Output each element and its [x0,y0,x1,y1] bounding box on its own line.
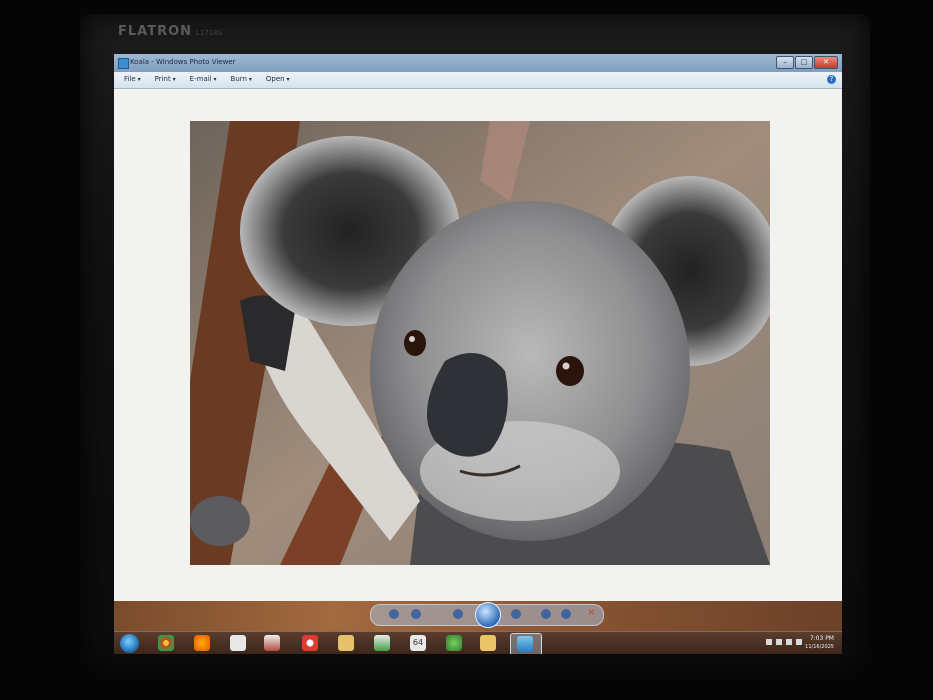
viewer-controls: ✕ [370,602,604,628]
menu-email[interactable]: E-mail [190,75,217,83]
start-orb-icon[interactable] [120,634,139,653]
chrome-icon[interactable] [158,635,174,651]
menu-file[interactable]: File [124,75,141,83]
flag-icon[interactable] [786,639,792,645]
opera-icon[interactable] [302,635,318,651]
photo-viewer-app-icon [118,58,129,69]
photo-viewer-taskbar-button[interactable] [510,633,542,654]
app-green-icon[interactable] [446,635,462,651]
taskbar: 64 7:03 PM 11/16/2025 [114,631,842,654]
maximize-button[interactable]: □ [795,56,813,69]
minimize-button[interactable]: – [776,56,794,69]
photo-view-area [114,89,842,601]
actual-size-icon[interactable] [411,609,421,619]
menu: File Print E-mail Burn Open [124,75,290,83]
tray-arrow-icon[interactable] [766,639,772,645]
rotate-left-icon[interactable] [541,609,551,619]
rotate-right-icon[interactable] [561,609,571,619]
system-tray [766,639,802,645]
calendar-64-icon[interactable]: 64 [410,635,426,651]
close-button[interactable]: ✕ [814,56,838,69]
next-icon[interactable] [511,609,521,619]
window-controls: – □ ✕ [776,56,838,69]
clock-time[interactable]: 7:03 PM [810,635,834,642]
help-icon[interactable]: ? [827,75,836,84]
network-icon[interactable] [796,639,802,645]
photo-viewer-icon [517,636,533,652]
previous-icon[interactable] [453,609,463,619]
store-icon[interactable] [374,635,390,651]
menu-print[interactable]: Print [155,75,176,83]
search-icon[interactable] [389,609,399,619]
window-title-bar[interactable]: Koala - Windows Photo Viewer – □ ✕ [114,54,842,72]
folder-icon[interactable] [480,635,496,651]
document-icon[interactable] [230,635,246,651]
menu-bar: File Print E-mail Burn Open ? [114,72,842,89]
speaker-icon[interactable] [776,639,782,645]
app-icon[interactable] [338,635,354,651]
screen: Koala - Windows Photo Viewer – □ ✕ File … [114,54,842,654]
media-icon[interactable] [264,635,280,651]
delete-icon[interactable]: ✕ [587,608,595,618]
koala-photo [190,121,770,565]
menu-open[interactable]: Open [266,75,290,83]
window-title: Koala - Windows Photo Viewer [130,58,236,66]
koala-photo-icon [190,121,770,565]
firefox-icon[interactable] [194,635,210,651]
menu-burn[interactable]: Burn [231,75,252,83]
monitor-brand-logo: FLATRON L1718S [118,24,223,39]
slideshow-play-icon[interactable] [475,602,501,628]
clock-date[interactable]: 11/16/2025 [805,644,834,650]
